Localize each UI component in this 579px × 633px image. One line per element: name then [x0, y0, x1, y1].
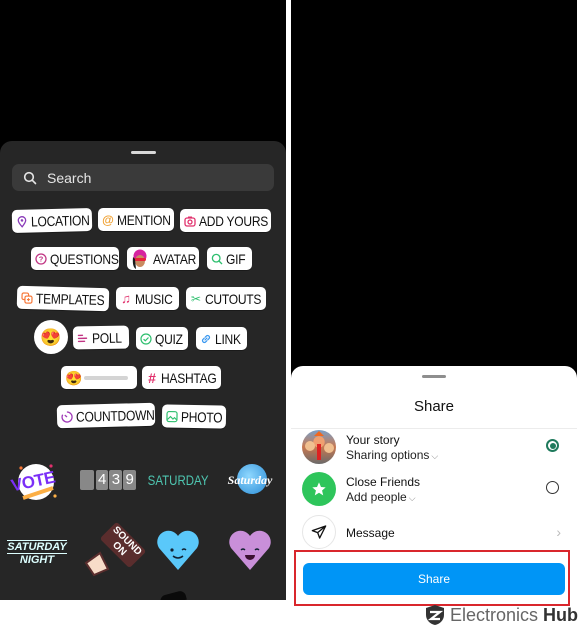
search-icon: [23, 171, 37, 184]
close-friends-icon: [302, 472, 336, 506]
share-screen: Share Your story Sharing options ⌵ Close …: [291, 0, 577, 607]
share-sheet: Share Your story Sharing options ⌵ Close …: [291, 366, 577, 607]
drag-handle[interactable]: [422, 375, 446, 378]
camera-icon: [184, 215, 196, 227]
saturday-night-sticker[interactable]: SATURDAY NIGHT: [7, 538, 67, 568]
sticker-templates[interactable]: TEMPLATES: [16, 285, 110, 312]
emoji-reaction-sticker[interactable]: 😍: [34, 320, 68, 354]
countdown-icon: [61, 410, 73, 423]
photo-icon: [166, 410, 178, 422]
divider: [291, 428, 577, 429]
saturday-disco-sticker[interactable]: Saturday: [220, 464, 280, 496]
watermark: Electronics Hub: [425, 604, 578, 626]
add-people-dropdown[interactable]: Add people ⌵: [346, 490, 416, 504]
sticker-mention[interactable]: @ MENTION: [98, 208, 174, 231]
avatar-icon: [131, 249, 149, 269]
radio-selected[interactable]: [546, 439, 559, 452]
templates-icon: [21, 291, 33, 304]
check-circle-icon: [140, 332, 152, 345]
scissors-icon: ✂: [190, 291, 202, 306]
purple-heart-sticker[interactable]: [226, 528, 274, 572]
sticker-photo[interactable]: PHOTO: [161, 404, 227, 429]
slider-track[interactable]: [84, 375, 129, 380]
sticker-picker-screen: Search LOCATION @ MENTION ADD YOURS ? QU…: [0, 0, 286, 600]
sticker-poll[interactable]: POLL: [72, 325, 130, 350]
chevron-down-icon: ⌵: [431, 451, 439, 461]
link-icon: [200, 333, 212, 345]
question-icon: ?: [35, 252, 47, 265]
sound-on-sticker[interactable]: SOUND ON: [82, 521, 147, 579]
sticker-countdown[interactable]: COUNTDOWN: [56, 402, 156, 429]
heart-icon: [157, 530, 199, 570]
drag-handle[interactable]: [131, 151, 156, 154]
saturday-sticker[interactable]: SATURDAY: [146, 470, 210, 490]
avatar: [302, 430, 336, 464]
chevron-right-icon: ›: [556, 524, 561, 540]
sticker-cutouts[interactable]: ✂ CUTOUTS: [186, 287, 266, 310]
sticker-search-input[interactable]: Search: [12, 164, 274, 191]
music-note-icon: ♫: [121, 291, 131, 306]
message-icon-wrap: [302, 515, 336, 549]
radio-unselected[interactable]: [546, 481, 559, 494]
sharing-options-dropdown[interactable]: Sharing options ⌵: [346, 448, 438, 462]
sheet-title: Share: [413, 398, 455, 415]
vote-sticker[interactable]: VOTE: [9, 458, 63, 506]
option-close-friends[interactable]: Close Friends Add people ⌵: [302, 472, 565, 510]
shield-logo-icon: [426, 605, 444, 625]
hashtag-icon: #: [148, 369, 156, 386]
sticker-avatar[interactable]: AVATAR: [127, 247, 199, 270]
sticker-add-yours[interactable]: ADD YOURS: [180, 209, 271, 232]
heart-icon: [229, 530, 271, 570]
option-message[interactable]: Message ›: [302, 515, 565, 553]
clock-sticker[interactable]: 4 3 9: [80, 469, 136, 491]
sticker-quiz[interactable]: QUIZ: [136, 327, 188, 350]
location-pin-icon: [16, 215, 28, 228]
blue-heart-sticker[interactable]: [154, 528, 202, 572]
search-placeholder: Search: [47, 169, 92, 186]
chevron-down-icon: ⌵: [408, 493, 416, 503]
sticker-gif[interactable]: GIF: [207, 247, 252, 270]
at-sign-icon: @: [102, 212, 114, 227]
sticker-questions[interactable]: ? QUESTIONS: [31, 247, 119, 270]
send-icon: [311, 525, 327, 539]
sticker-hashtag[interactable]: # HASHTAG: [142, 366, 221, 389]
svg-text:?: ?: [39, 254, 44, 263]
search-icon: [211, 253, 223, 265]
share-button[interactable]: Share: [303, 563, 565, 595]
poll-icon: [77, 332, 89, 344]
sticker-link[interactable]: LINK: [196, 327, 247, 350]
sticker-location[interactable]: LOCATION: [11, 207, 93, 234]
option-your-story[interactable]: Your story Sharing options ⌵: [302, 430, 565, 468]
sticker-music[interactable]: ♫ MUSIC: [116, 287, 179, 310]
emoji-slider-sticker[interactable]: 😍: [61, 366, 137, 389]
star-icon: [312, 482, 326, 496]
